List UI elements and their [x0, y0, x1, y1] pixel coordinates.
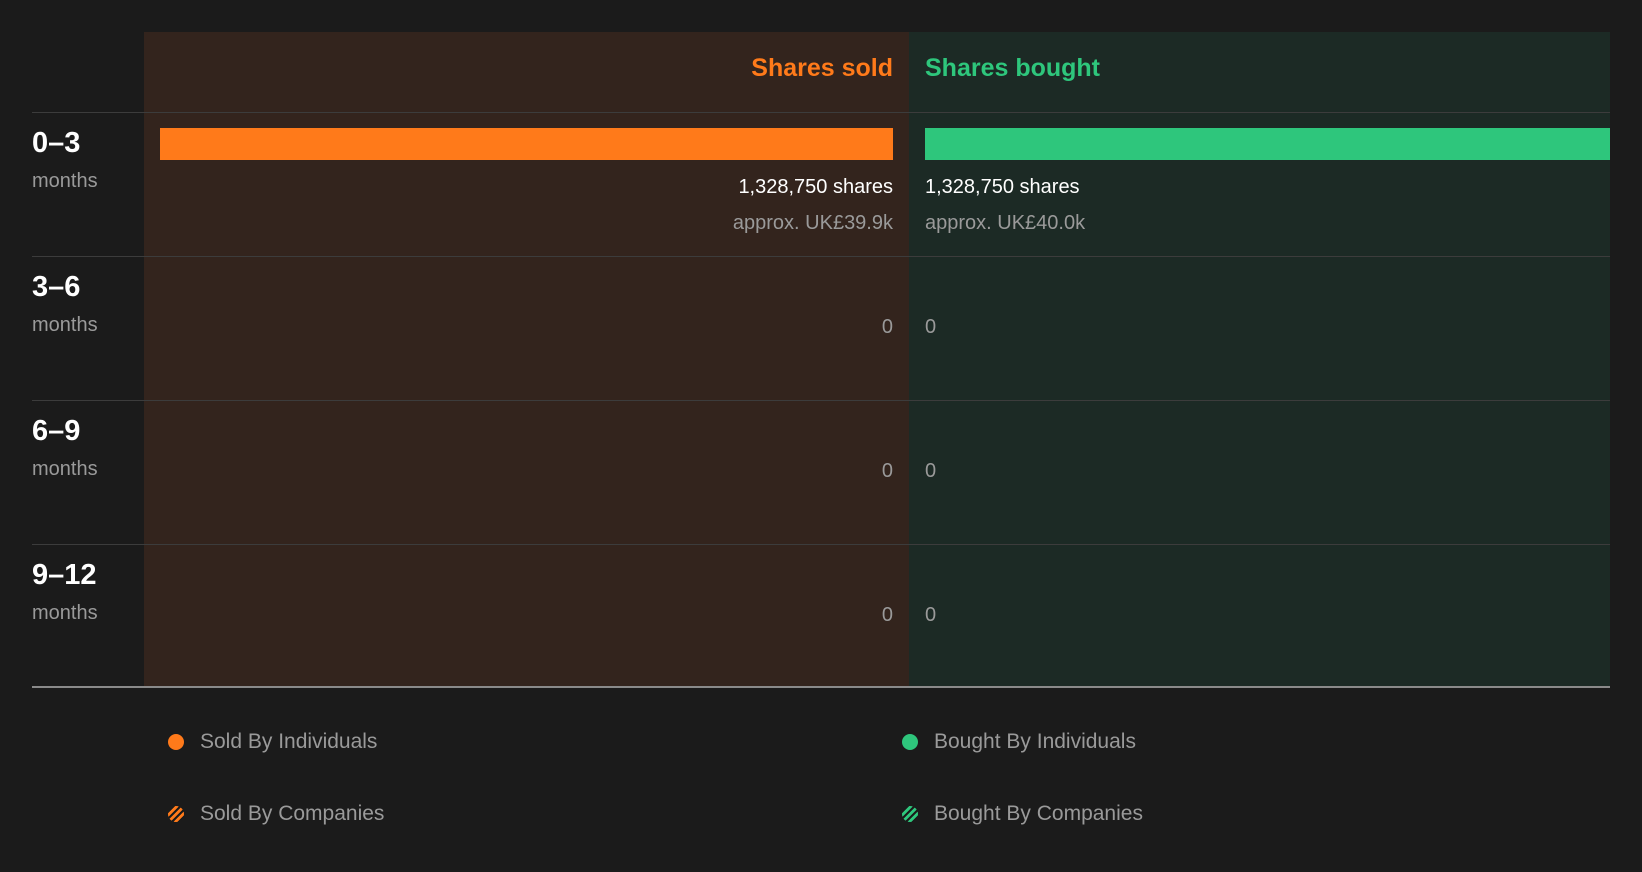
legend-item: Bought By Individuals	[902, 730, 1136, 754]
shares-sold-header: Shares sold	[751, 54, 893, 82]
row-label: 3–6 months	[32, 270, 98, 337]
row-unit: months	[32, 458, 98, 480]
legend-dot-icon	[168, 734, 184, 750]
bought-value-label: 0	[925, 460, 937, 482]
row-label: 6–9 months	[32, 414, 98, 481]
legend-item: Sold By Companies	[168, 802, 384, 826]
legend-dot-icon	[902, 734, 918, 750]
row-divider	[32, 112, 1610, 113]
sold-bar	[160, 128, 893, 160]
legend-label: Bought By Individuals	[934, 730, 1136, 753]
legend-label: Sold By Companies	[200, 802, 385, 825]
row-divider	[32, 400, 1610, 401]
legend-label: Sold By Individuals	[200, 730, 378, 753]
legend-item: Sold By Individuals	[168, 730, 377, 754]
row-label: 0–3 months	[32, 126, 98, 193]
row-unit: months	[32, 602, 98, 624]
row-range: 9–12	[32, 559, 97, 591]
row-label: 9–12 months	[32, 558, 98, 625]
sold-value-label: 0	[881, 460, 893, 482]
legend-item: Bought By Companies	[902, 802, 1143, 826]
bought-value-label: 0	[925, 604, 937, 626]
sold-shares-label: 1,328,750 shares	[738, 176, 893, 198]
shares-bought-header: Shares bought	[925, 54, 1101, 82]
row-unit: months	[32, 170, 98, 192]
bought-approx-label: approx. UK£40.0k	[925, 212, 1086, 234]
row-range: 0–3	[32, 127, 81, 159]
chart-baseline	[32, 686, 1610, 688]
bought-shares-label: 1,328,750 shares	[925, 176, 1080, 198]
row-divider	[32, 256, 1610, 257]
row-range: 6–9	[32, 415, 81, 447]
sold-value-label: 0	[881, 316, 893, 338]
row-range: 3–6	[32, 271, 81, 303]
sold-value-label: 0	[881, 604, 893, 626]
row-unit: months	[32, 314, 98, 336]
legend-hatched-dot-icon	[902, 806, 918, 822]
bought-bar	[925, 128, 1610, 160]
row-divider	[32, 544, 1610, 545]
sold-approx-label: approx. UK£39.9k	[732, 212, 893, 234]
legend-label: Bought By Companies	[934, 802, 1143, 825]
bought-value-label: 0	[925, 316, 937, 338]
legend-hatched-dot-icon	[168, 806, 184, 822]
